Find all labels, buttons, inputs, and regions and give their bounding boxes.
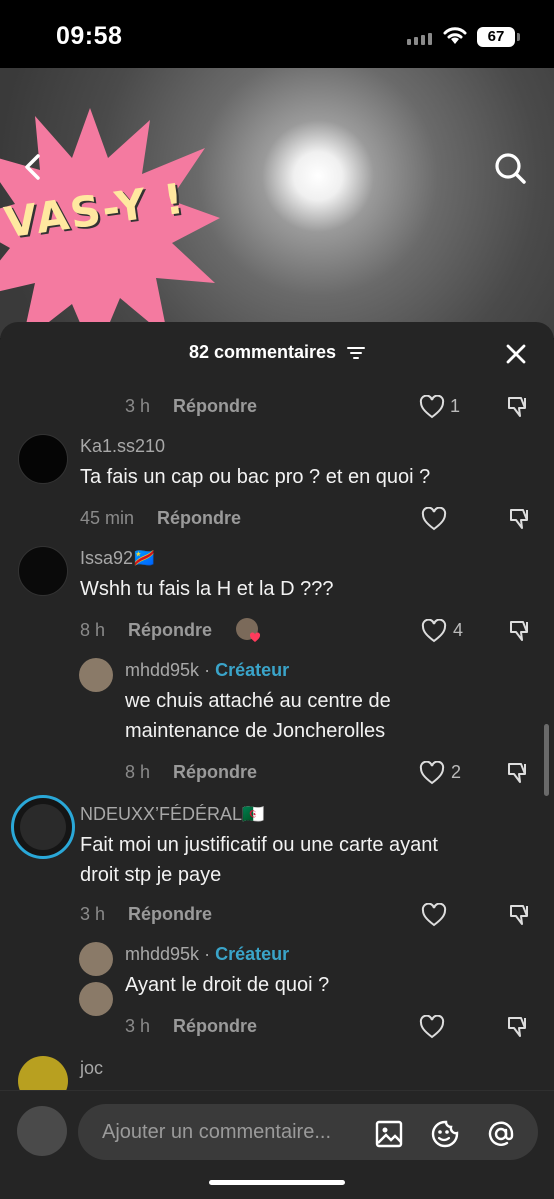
comment-username[interactable]: Ka1.ss210: [80, 436, 165, 457]
home-indicator: [209, 1180, 345, 1185]
comment-username[interactable]: mhdd95k: [125, 944, 199, 964]
reply-button[interactable]: Répondre: [173, 396, 257, 417]
avatar-story-ring[interactable]: [11, 795, 75, 859]
avatar[interactable]: [18, 1056, 68, 1092]
comment-input-placeholder: Ajouter un commentaire...: [102, 1121, 331, 1143]
avatar[interactable]: [79, 658, 113, 692]
comment-text: Ta fais un cap ou bac pro ? et en quoi ?: [80, 466, 431, 488]
mention-icon[interactable]: [486, 1119, 516, 1149]
battery-cap: [517, 33, 520, 41]
dislike-icon[interactable]: [505, 394, 531, 420]
comments-count-label: 82 commentaires: [188, 342, 337, 362]
comment-time: 3 h: [125, 1016, 151, 1036]
comment-time: 8 h: [80, 620, 106, 640]
heart-icon[interactable]: [419, 1015, 445, 1039]
status-time: 09:58: [56, 22, 123, 50]
comment-text-line-2: droit stp je paye: [80, 864, 222, 886]
heart-icon[interactable]: [421, 903, 447, 927]
my-avatar: [17, 1106, 67, 1156]
avatar[interactable]: [18, 546, 68, 596]
cellular-signal-icon: [407, 33, 432, 45]
avatar[interactable]: [79, 982, 113, 1016]
heart-icon[interactable]: [419, 761, 445, 785]
emoji-icon[interactable]: [430, 1119, 460, 1149]
dislike-icon[interactable]: [507, 618, 533, 644]
reply-button[interactable]: Répondre: [128, 904, 212, 925]
comment-time: 3 h: [80, 904, 106, 924]
close-icon[interactable]: [504, 342, 528, 366]
comment-text-line-1: Fait moi un justificatif ou une carte ay…: [80, 834, 438, 856]
dislike-icon[interactable]: [507, 902, 533, 928]
comment-time: 45 min: [80, 508, 135, 528]
avatar[interactable]: [18, 434, 68, 484]
video-preview[interactable]: VAS-Y !: [0, 68, 554, 338]
heart-icon[interactable]: [421, 507, 447, 531]
reply-button[interactable]: Répondre: [157, 508, 241, 529]
heart-badge-icon: [249, 632, 261, 642]
battery-indicator: 67: [477, 27, 515, 47]
filter-icon[interactable]: [347, 346, 366, 360]
dislike-icon[interactable]: [507, 506, 533, 532]
comments-list[interactable]: 3 h Répondre 1 Ka1.ss210 Ta fais un cap …: [0, 384, 554, 1092]
avatar[interactable]: [79, 942, 113, 976]
comment-text-line-1: we chuis attaché au centre de: [125, 690, 391, 712]
comment-username[interactable]: Issa92🇨🇩: [80, 548, 155, 569]
creator-badge: Créateur: [215, 660, 290, 680]
scrollbar[interactable]: [544, 724, 549, 796]
comment-username[interactable]: joc: [80, 1058, 103, 1079]
avatar: [20, 804, 66, 850]
dislike-icon[interactable]: [505, 1014, 531, 1040]
comment-input[interactable]: Ajouter un commentaire...: [78, 1104, 538, 1160]
comment-text-line-2: maintenance de Joncherolles: [125, 720, 386, 742]
comment-text: Wshh tu fais la H et la D ???: [80, 578, 334, 600]
comment-time: 3 h: [125, 396, 151, 416]
comment-time: 8 h: [125, 762, 151, 782]
heart-icon[interactable]: [421, 619, 447, 643]
comments-header: 82 commentaires: [0, 322, 554, 384]
comments-panel: 82 commentaires 3 h Répondre 1 Ka1.ss210…: [0, 322, 554, 1199]
reply-button[interactable]: Répondre: [173, 1016, 257, 1037]
reply-button[interactable]: Répondre: [173, 762, 257, 783]
comment-username[interactable]: mhdd95k: [125, 660, 199, 680]
like-count: 2: [451, 762, 462, 782]
like-count: 1: [450, 396, 461, 416]
creator-badge: Créateur: [215, 944, 290, 964]
back-icon[interactable]: [20, 152, 46, 182]
image-icon[interactable]: [374, 1119, 404, 1149]
reply-button[interactable]: Répondre: [128, 620, 212, 641]
comment-username-line: mhdd95k · Créateur: [125, 660, 290, 680]
search-icon[interactable]: [492, 150, 528, 186]
comment-text: Ayant le droit de quoi ?: [125, 974, 330, 996]
heart-icon[interactable]: [419, 395, 445, 419]
wifi-icon: [443, 27, 467, 44]
dislike-icon[interactable]: [505, 760, 531, 786]
comment-username[interactable]: NDEUXX’FÉDÉRAL🇩🇿: [80, 804, 264, 825]
status-bar: 09:58 67: [0, 0, 554, 68]
like-count: 4: [453, 620, 464, 640]
comment-username-line: mhdd95k · Créateur: [125, 944, 290, 964]
comments-count: 82 commentaires: [0, 342, 554, 363]
